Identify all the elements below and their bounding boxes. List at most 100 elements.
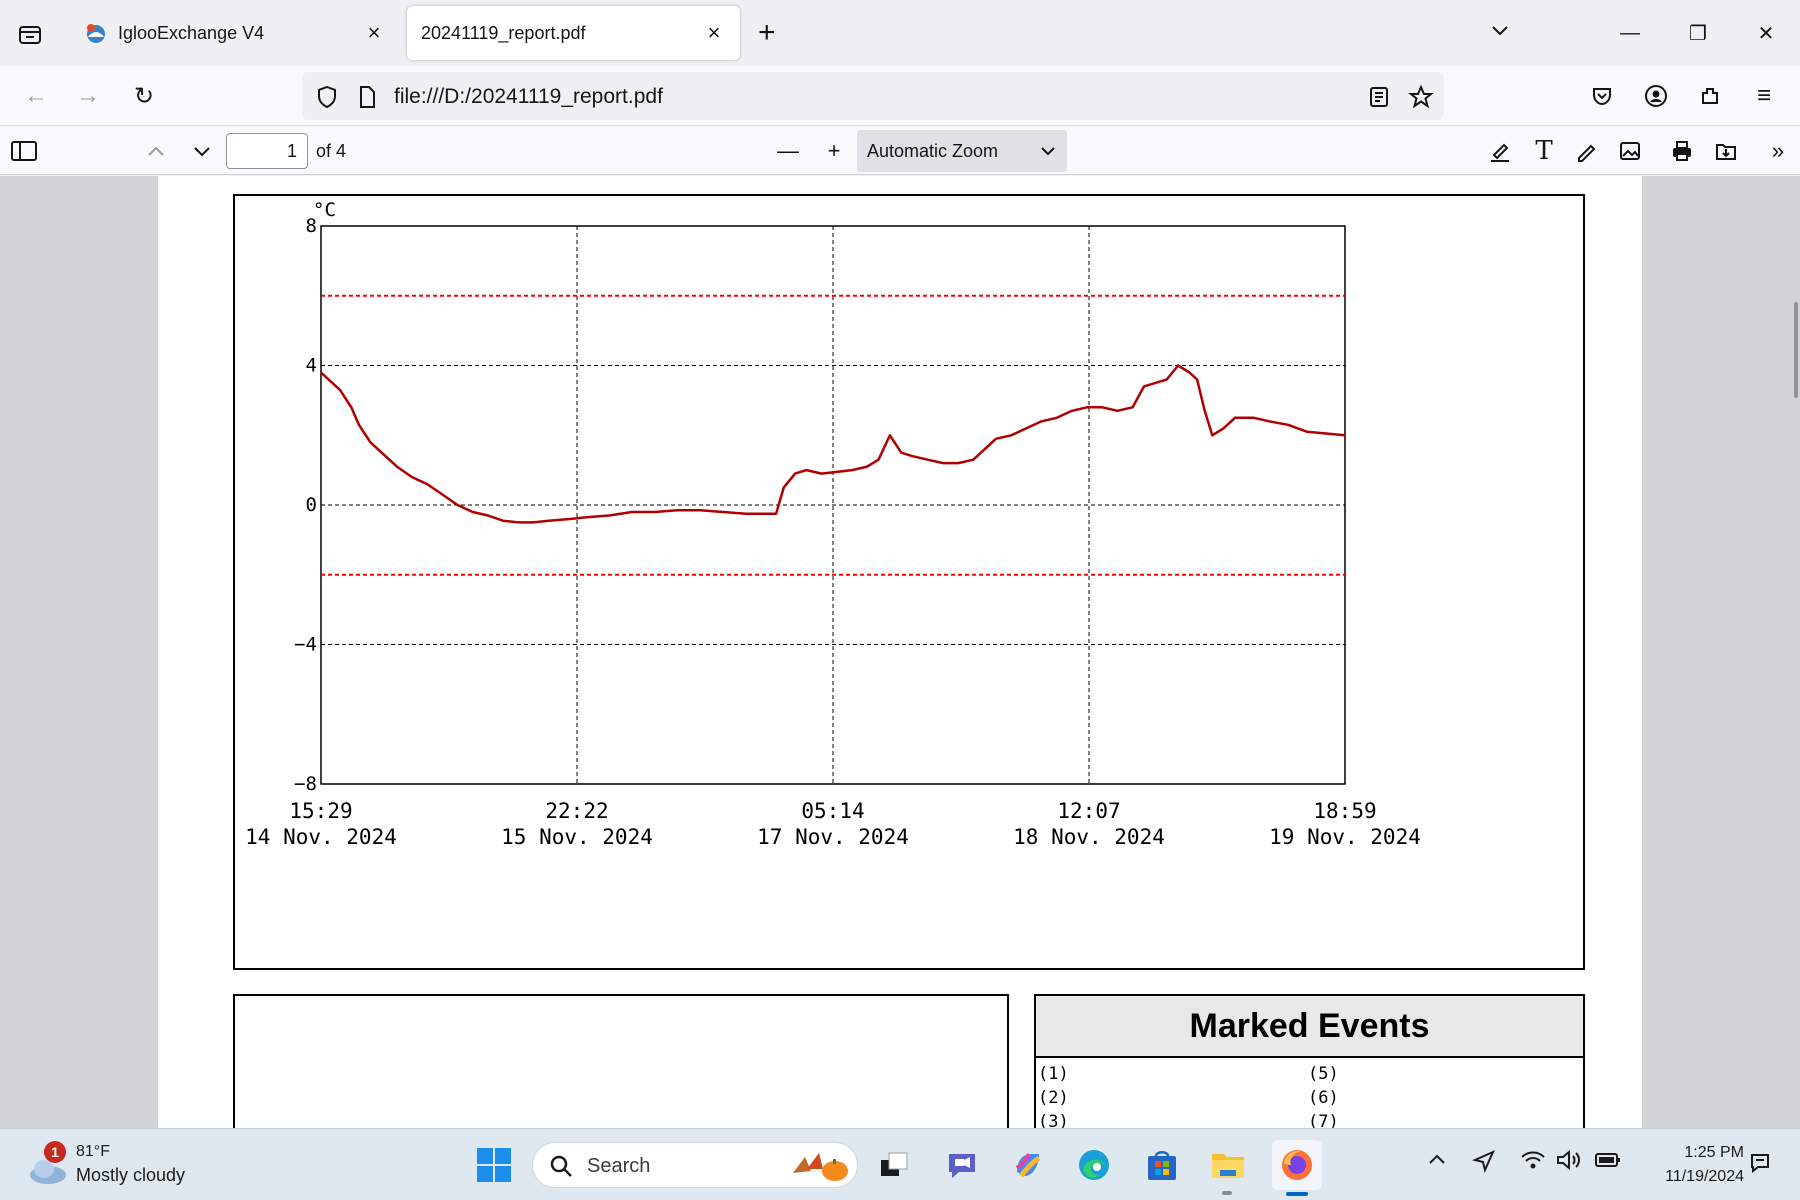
close-tab-icon[interactable]: × bbox=[362, 20, 386, 45]
weather-condition: Mostly cloudy bbox=[76, 1165, 186, 1185]
show-hidden-icons-icon[interactable] bbox=[1426, 1149, 1448, 1177]
active-indicator bbox=[1286, 1192, 1308, 1196]
url-text[interactable]: file:///D:/20241119_report.pdf bbox=[394, 85, 663, 109]
marked-events-panel: Marked Events (1) (5) (2) (6) (3) (7) bbox=[1034, 994, 1585, 1128]
zoom-value: Automatic Zoom bbox=[867, 141, 999, 161]
pdf-viewer[interactable]: 8 4 0 −4 −8 °C 15:29 14 Nov. 2024 22:22 15 Nov. 2… bbox=[0, 176, 1800, 1128]
task-view-icon[interactable] bbox=[872, 1143, 916, 1187]
previous-page-icon[interactable] bbox=[140, 135, 172, 167]
pocket-icon[interactable] bbox=[1586, 80, 1618, 112]
unit-label: °C bbox=[313, 199, 336, 221]
new-tab-icon[interactable]: + bbox=[758, 16, 776, 50]
file-icon bbox=[354, 84, 380, 110]
clock-date: 11/19/2024 bbox=[1665, 1168, 1744, 1185]
event-item: (1) bbox=[1038, 1064, 1069, 1084]
close-window-icon[interactable]: ✕ bbox=[1732, 21, 1800, 46]
system-clock[interactable]: 1:25 PM 11/19/2024 bbox=[1634, 1141, 1744, 1189]
notifications-icon[interactable] bbox=[1748, 1151, 1772, 1181]
tab-title: IglooExchange V4 bbox=[118, 22, 265, 43]
taskbar-search[interactable]: Search bbox=[532, 1142, 858, 1188]
menu-icon[interactable]: ≡ bbox=[1748, 80, 1780, 112]
forward-icon[interactable]: → bbox=[72, 80, 104, 112]
next-page-icon[interactable] bbox=[186, 135, 218, 167]
highlight-icon[interactable] bbox=[1484, 135, 1516, 167]
iglooexchange-favicon-icon bbox=[84, 21, 108, 45]
close-tab-icon[interactable]: × bbox=[702, 20, 726, 45]
minimize-icon[interactable]: — bbox=[1596, 22, 1664, 45]
page-count-label: of 4 bbox=[316, 141, 347, 161]
x-tick-time: 15:29 bbox=[289, 799, 352, 823]
extensions-icon[interactable] bbox=[1694, 80, 1726, 112]
print-icon[interactable] bbox=[1666, 135, 1698, 167]
account-icon[interactable] bbox=[1640, 80, 1672, 112]
volume-icon[interactable] bbox=[1556, 1149, 1582, 1177]
x-tick-time: 12:07 bbox=[1057, 799, 1120, 823]
restore-icon[interactable]: ❐ bbox=[1664, 21, 1732, 46]
text-tool-icon[interactable]: T bbox=[1528, 135, 1560, 167]
marked-events-title: Marked Events bbox=[1036, 996, 1583, 1058]
address-bar[interactable]: file:///D:/20241119_report.pdf bbox=[302, 72, 1444, 120]
x-tick-time: 22:22 bbox=[545, 799, 608, 823]
tab-bar: IglooExchange V4 × 20241119_report.pdf ×… bbox=[0, 0, 1800, 66]
x-tick-date: 18 Nov. 2024 bbox=[1013, 825, 1165, 849]
y-tick-label: −4 bbox=[294, 634, 317, 656]
zoom-out-icon[interactable]: — bbox=[772, 135, 804, 167]
sidebar-toggle-icon[interactable] bbox=[8, 135, 40, 167]
running-indicator bbox=[1222, 1191, 1232, 1195]
x-tick-date: 17 Nov. 2024 bbox=[757, 825, 909, 849]
y-tick-label: 0 bbox=[306, 494, 317, 516]
battery-icon[interactable] bbox=[1594, 1149, 1622, 1177]
reload-icon[interactable]: ↻ bbox=[128, 80, 160, 112]
edge-icon[interactable] bbox=[1072, 1143, 1116, 1187]
autumn-leaves-pumpkin-icon bbox=[793, 1153, 848, 1181]
copilot-icon[interactable] bbox=[1006, 1143, 1050, 1187]
event-item: (7) bbox=[1308, 1112, 1339, 1128]
tab-title: 20241119_report.pdf bbox=[421, 22, 586, 43]
y-tick-label: −8 bbox=[294, 773, 317, 795]
teams-chat-icon[interactable] bbox=[940, 1143, 984, 1187]
draw-icon[interactable] bbox=[1570, 135, 1602, 167]
reader-view-icon[interactable] bbox=[1366, 84, 1392, 110]
x-tick-date: 19 Nov. 2024 bbox=[1269, 825, 1421, 849]
x-tick-time: 18:59 bbox=[1313, 799, 1376, 823]
pdf-toolbar: 1 of 4 — + Automatic Zoom T » bbox=[0, 127, 1800, 175]
scrollbar-thumb[interactable] bbox=[1794, 302, 1798, 398]
event-item: (5) bbox=[1308, 1064, 1339, 1084]
wifi-icon[interactable] bbox=[1520, 1149, 1546, 1177]
taskbar: 1 81°F Mostly cloudy Search 1:25 PM 11/1… bbox=[0, 1128, 1800, 1200]
zoom-in-icon[interactable]: + bbox=[818, 135, 850, 167]
search-label: Search bbox=[587, 1155, 651, 1177]
clock-time: 1:25 PM bbox=[1684, 1144, 1744, 1161]
tab-iglooexchange[interactable]: IglooExchange V4 × bbox=[70, 6, 400, 60]
zoom-select[interactable]: Automatic Zoom bbox=[857, 130, 1067, 172]
tab-list-icon[interactable] bbox=[12, 18, 48, 50]
bookmark-star-icon[interactable] bbox=[1408, 84, 1434, 110]
temperature-chart-svg: 840−4−8°C15:2914 Nov. 202422:2215 Nov. 2… bbox=[245, 199, 1421, 849]
temperature-chart: 8 4 0 −4 −8 °C 15:29 14 Nov. 2024 22:22 15 Nov. 2… bbox=[233, 194, 1585, 970]
firefox-icon[interactable] bbox=[1272, 1140, 1322, 1196]
notification-badge: 1 bbox=[44, 1141, 66, 1163]
microsoft-store-icon[interactable] bbox=[1140, 1143, 1184, 1187]
back-icon[interactable]: ← bbox=[20, 80, 52, 112]
event-item: (6) bbox=[1308, 1088, 1339, 1108]
save-download-icon[interactable] bbox=[1710, 135, 1742, 167]
x-tick-date: 14 Nov. 2024 bbox=[245, 825, 397, 849]
file-explorer-icon[interactable] bbox=[1206, 1143, 1250, 1195]
event-item: (2) bbox=[1038, 1088, 1069, 1108]
page-number-input[interactable]: 1 bbox=[226, 133, 308, 169]
weather-widget[interactable]: 1 81°F Mostly cloudy bbox=[28, 1141, 228, 1191]
search-icon bbox=[550, 1155, 572, 1177]
location-icon[interactable] bbox=[1471, 1149, 1496, 1179]
tab-report-pdf[interactable]: 20241119_report.pdf × bbox=[407, 6, 740, 60]
list-all-tabs-icon[interactable] bbox=[1488, 18, 1512, 47]
weather-temperature: 81°F bbox=[76, 1143, 110, 1160]
blank-panel bbox=[233, 994, 1009, 1128]
image-tool-icon[interactable] bbox=[1614, 135, 1646, 167]
tools-overflow-icon[interactable]: » bbox=[1762, 135, 1794, 167]
shield-icon[interactable] bbox=[314, 84, 340, 110]
pdf-page: 8 4 0 −4 −8 °C 15:29 14 Nov. 2024 22:22 15 Nov. 2… bbox=[158, 176, 1642, 1128]
y-tick-label: 4 bbox=[306, 355, 317, 377]
x-tick-time: 05:14 bbox=[801, 799, 864, 823]
start-icon[interactable] bbox=[472, 1143, 516, 1187]
x-tick-date: 15 Nov. 2024 bbox=[501, 825, 653, 849]
